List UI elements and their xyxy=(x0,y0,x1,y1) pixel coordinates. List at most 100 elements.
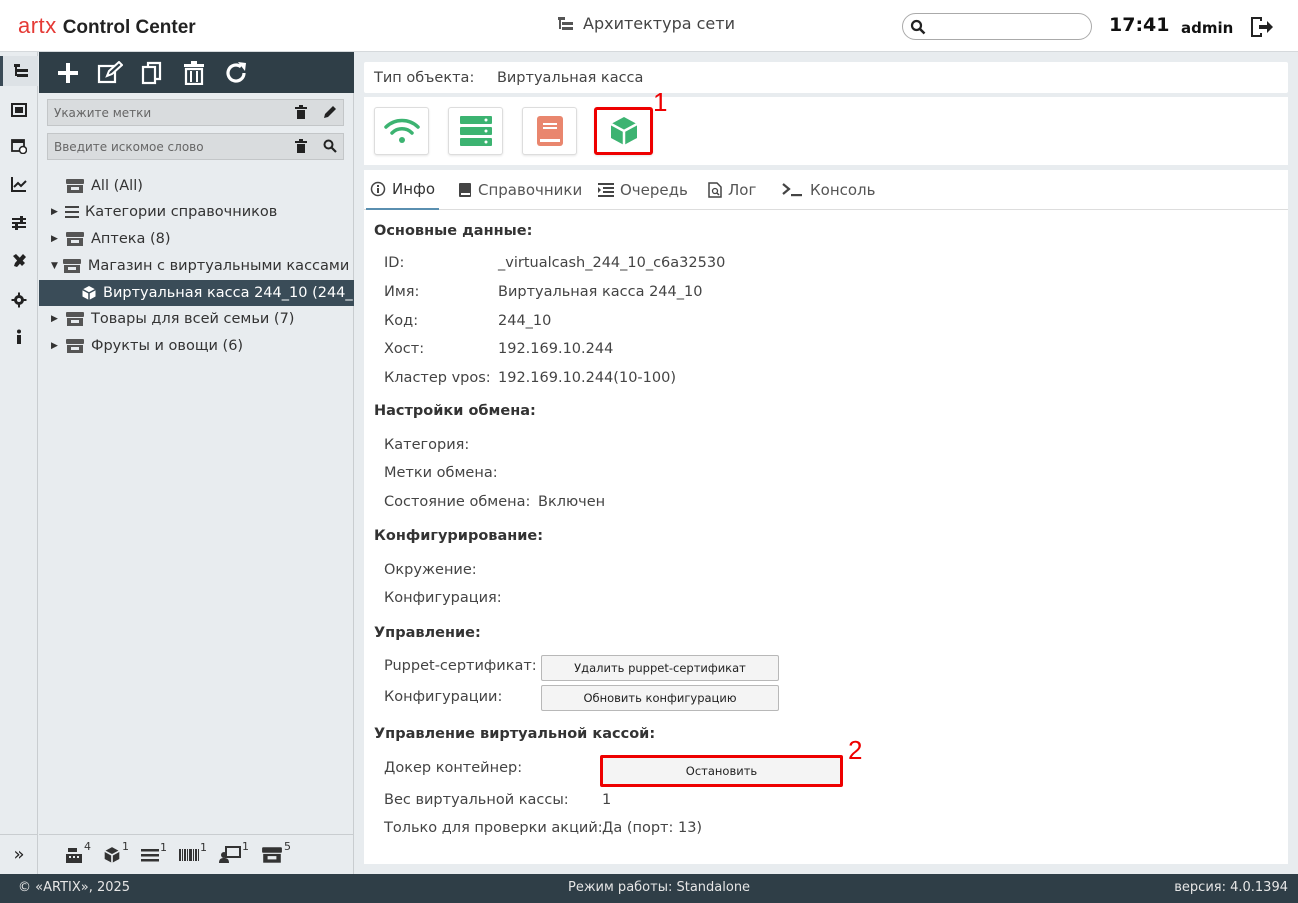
rail-stats-button[interactable] xyxy=(0,169,38,199)
indent-list-icon xyxy=(598,183,614,197)
configs-label: Конфигурации: xyxy=(384,689,503,705)
counter-lists[interactable]: 1 xyxy=(141,841,167,863)
tab-label: Лог xyxy=(728,181,757,199)
left-icon-rail: » xyxy=(0,52,38,874)
stop-container-button[interactable]: Остановить xyxy=(600,755,843,787)
rail-gear-button[interactable] xyxy=(0,285,38,315)
search-icon xyxy=(910,19,926,35)
tab-label: Справочники xyxy=(478,181,583,199)
rail-schedule-button[interactable] xyxy=(0,131,38,161)
tree-node-label: Товары для всей семьи (7) xyxy=(91,311,295,327)
tree-node-virtual-cash[interactable]: Виртуальная касса 244_10 (244_10) xyxy=(39,280,354,306)
delete-puppet-cert-button[interactable]: Удалить puppet-сертификат xyxy=(541,655,779,681)
caret-right-icon[interactable]: ▶ xyxy=(51,341,61,351)
tab-label: Консоль xyxy=(810,181,876,199)
gear-icon xyxy=(11,292,27,308)
server-tile[interactable] xyxy=(448,107,503,155)
caret-right-icon[interactable]: ▶ xyxy=(51,234,61,244)
user-screen-icon xyxy=(219,845,241,863)
tab-label: Инфо xyxy=(392,180,436,198)
delete-button[interactable] xyxy=(179,58,209,88)
current-user[interactable]: admin xyxy=(1181,19,1233,37)
caret-right-icon[interactable]: ▶ xyxy=(51,207,61,217)
add-button[interactable] xyxy=(53,58,83,88)
rail-network-button[interactable] xyxy=(0,56,38,86)
line-chart-icon xyxy=(11,177,27,192)
tab-log[interactable]: Лог xyxy=(704,170,760,210)
logo-control-center: Control Center xyxy=(62,17,196,38)
id-label: ID: xyxy=(384,255,405,271)
section-exchange-title: Настройки обмена: xyxy=(374,403,536,419)
rail-settings-sliders-button[interactable] xyxy=(0,208,38,238)
server-icon xyxy=(459,116,492,146)
tree-node-label: Фрукты и овощи (6) xyxy=(91,338,244,354)
tab-dictionaries[interactable]: Справочники xyxy=(454,170,586,210)
tab-info[interactable]: Инфо xyxy=(366,170,440,210)
refresh-button[interactable] xyxy=(221,58,251,88)
counter-users[interactable]: 1 xyxy=(219,840,249,864)
info-circle-icon xyxy=(370,181,386,197)
counter-barcodes[interactable]: 1 xyxy=(179,841,207,863)
tab-queue[interactable]: Очередь xyxy=(594,170,692,210)
search-word-input[interactable]: Введите искомое слово xyxy=(47,133,344,160)
cluster-label: Кластер vpos: xyxy=(384,370,491,386)
detail-tabs: Инфо Справочники Очередь Лог Консоль xyxy=(364,170,1288,210)
host-label: Хост: xyxy=(384,341,425,357)
work-mode: Режим работы: Standalone xyxy=(568,880,751,895)
store-icon xyxy=(262,846,282,863)
environment-label: Окружение: xyxy=(384,562,477,578)
docker-label: Докер контейнер: xyxy=(384,760,523,776)
tab-console[interactable]: Консоль xyxy=(778,170,880,210)
section-basic-title: Основные данные: xyxy=(374,223,533,239)
pencil-icon[interactable] xyxy=(323,105,337,119)
cash-register-icon xyxy=(66,847,82,863)
category-label: Категория: xyxy=(384,437,470,453)
copyright: © «ARTIX», 2025 xyxy=(18,880,131,895)
clear-search-icon[interactable] xyxy=(295,139,307,153)
terminal-icon xyxy=(782,183,802,197)
list-icon xyxy=(65,206,79,218)
tree-node-all[interactable]: All (All) xyxy=(65,173,143,199)
edit-button[interactable] xyxy=(95,58,125,88)
tree-node-virtual-store[interactable]: ▼ Магазин с виртуальными кассами (77 xyxy=(51,253,354,279)
copy-button[interactable] xyxy=(137,58,167,88)
rail-info-button[interactable] xyxy=(0,322,38,352)
update-config-button[interactable]: Обновить конфигурацию xyxy=(541,685,779,711)
counter-cash-registers[interactable]: 4 xyxy=(65,840,91,864)
app-logo: artx Control Center xyxy=(18,13,196,39)
cube-icon xyxy=(104,846,120,863)
tree-panel: Укажите метки Введите искомое слово All … xyxy=(39,52,354,874)
trash-icon xyxy=(184,60,204,85)
caret-down-icon[interactable]: ▼ xyxy=(51,261,58,271)
wifi-icon xyxy=(383,118,420,143)
search-icon[interactable] xyxy=(323,139,337,153)
store-icon xyxy=(62,258,82,274)
tree-node-family-goods[interactable]: ▶ Товары для всей семьи (7) xyxy=(51,306,294,332)
tags-filter-input[interactable]: Укажите метки xyxy=(47,99,344,126)
annotation-marker-2: 2 xyxy=(848,735,863,765)
rail-screen-button[interactable] xyxy=(0,95,38,125)
wifi-tile[interactable] xyxy=(374,107,429,155)
rail-tools-button[interactable] xyxy=(0,246,38,276)
book-tile[interactable] xyxy=(522,107,577,155)
counter-stores[interactable]: 5 xyxy=(261,840,291,864)
tree-node-pharmacy[interactable]: ▶ Аптека (8) xyxy=(51,226,171,252)
section-vcash-title: Управление виртуальной кассой: xyxy=(374,726,656,742)
tree-node-label: Виртуальная касса 244_10 (244_10) xyxy=(103,285,354,301)
logout-button[interactable] xyxy=(1249,15,1275,43)
global-search-input[interactable] xyxy=(902,13,1092,40)
copy-icon xyxy=(141,61,162,84)
caret-right-icon[interactable]: ▶ xyxy=(51,314,61,324)
object-type-label: Тип объекта: xyxy=(374,70,475,86)
expand-panel-button[interactable]: » xyxy=(0,834,38,874)
file-search-icon xyxy=(708,182,722,198)
counter-virtual-cash[interactable]: 1 xyxy=(103,840,129,864)
edit-icon xyxy=(97,60,123,83)
clear-tags-icon[interactable] xyxy=(295,105,307,119)
virtual-cash-tile[interactable] xyxy=(594,107,653,155)
logout-icon xyxy=(1251,17,1273,37)
tools-icon xyxy=(13,254,26,267)
tree-node-fruits[interactable]: ▶ Фрукты и овощи (6) xyxy=(51,333,243,359)
tree-node-categories[interactable]: ▶ Категории справочников xyxy=(51,199,277,225)
screen-icon xyxy=(11,103,27,117)
